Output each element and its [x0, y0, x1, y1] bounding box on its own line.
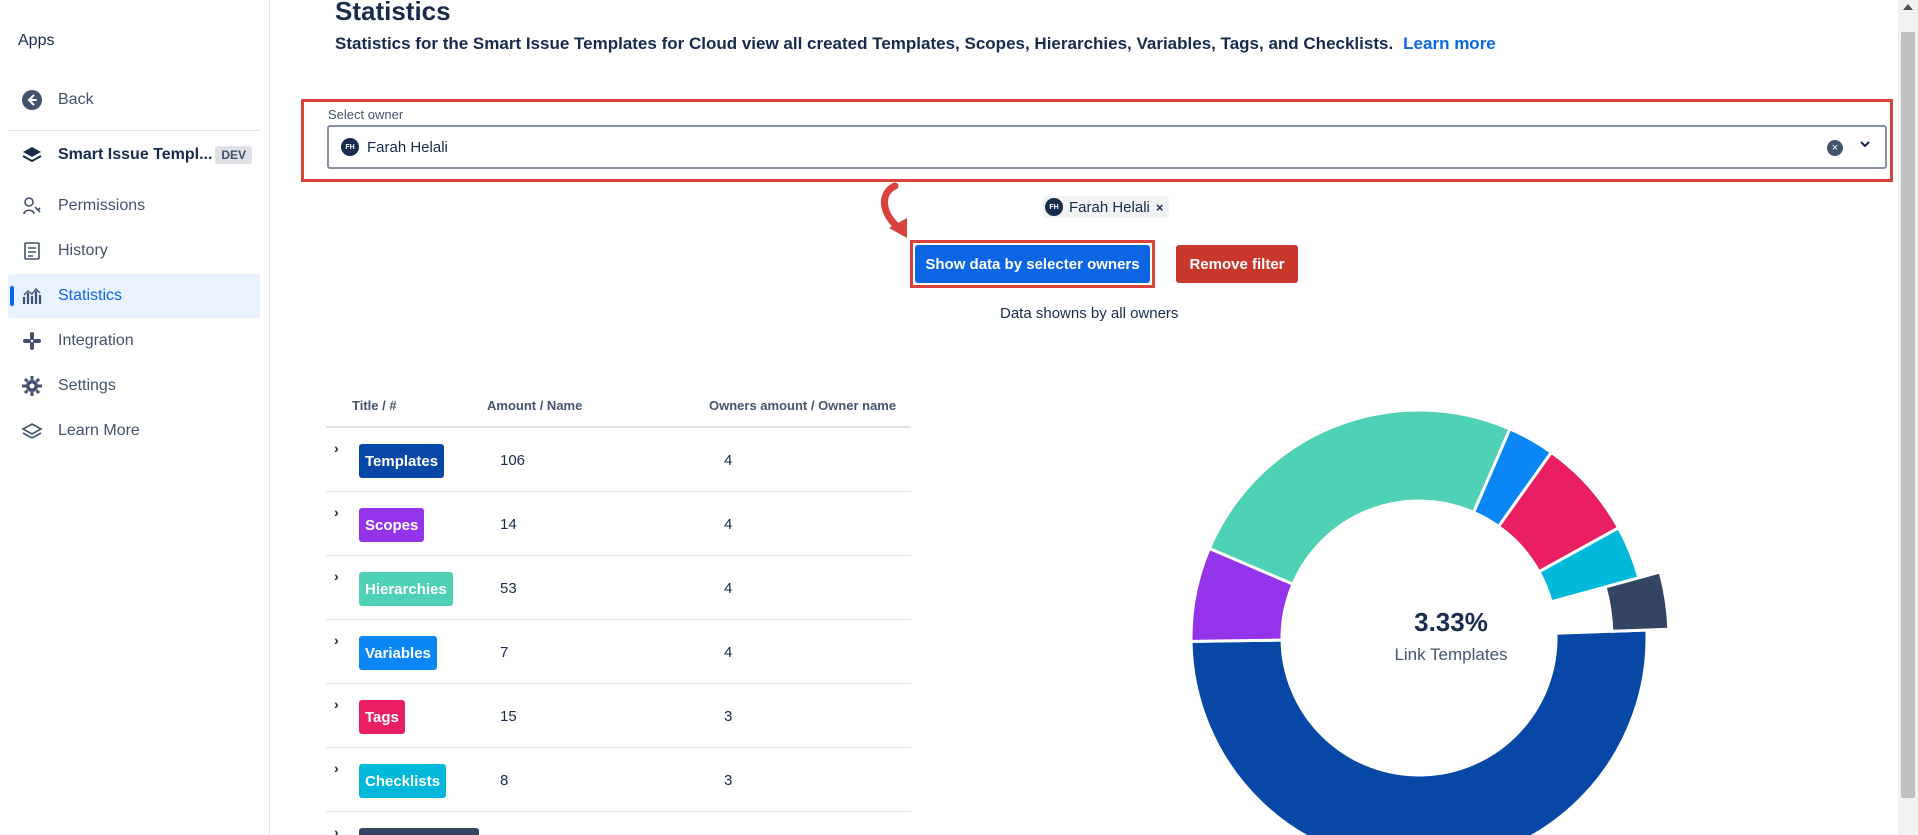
show-data-highlight: Show data by selecter owners [910, 240, 1155, 288]
table-row-partial[interactable]: › [326, 812, 911, 835]
curved-arrow-icon [881, 182, 907, 238]
owner-select-label: Select owner [328, 107, 404, 122]
sidebar-item-settings[interactable]: Settings [8, 364, 260, 408]
statistics-icon [20, 284, 44, 308]
table-row[interactable]: › Tags 15 3 [326, 684, 911, 748]
chart-center-label: Link Templates [1394, 645, 1508, 664]
expand-chevron-icon[interactable]: › [334, 504, 339, 520]
remove-filter-button[interactable]: Remove filter [1176, 245, 1298, 283]
row-title-tag: Variables [359, 636, 437, 670]
row-owners: 3 [724, 708, 733, 725]
sidebar-item-history[interactable]: History [8, 229, 260, 273]
owner-select-value: Farah Helali [367, 138, 448, 156]
sidebar-back[interactable]: Back [8, 78, 260, 122]
scroll-up-arrow-icon[interactable] [1903, 4, 1913, 10]
sidebar-item-statistics[interactable]: Statistics [8, 274, 260, 318]
sidebar-item-label: Settings [58, 377, 116, 394]
row-amount: 8 [500, 772, 509, 789]
history-icon [20, 239, 44, 263]
scroll-thumb[interactable] [1901, 32, 1915, 798]
page-title: Statistics [335, 0, 451, 26]
donut-chart: 3.33% Link Templates [1189, 385, 1711, 835]
table-row[interactable]: › Templates 106 4 [326, 428, 911, 492]
sidebar: Apps Back Smart Issue Templ... DEV Permi… [0, 0, 270, 835]
row-title-tag: Tags [359, 700, 405, 734]
table-row[interactable]: › Scopes 14 4 [326, 492, 911, 556]
row-title-tag: Scopes [359, 508, 425, 542]
sidebar-app-name: Smart Issue Templ... [58, 146, 213, 163]
row-title-tag: Hierarchies [359, 572, 453, 606]
row-owners: 4 [724, 452, 733, 469]
row-amount: 14 [500, 516, 517, 533]
dev-badge: DEV [215, 146, 252, 164]
sidebar-app-header[interactable]: Smart Issue Templ... DEV [20, 140, 260, 170]
owner-select[interactable]: FH Farah Helali × [327, 125, 1887, 169]
permissions-icon [20, 194, 44, 218]
owner-chip: FH Farah Helali × [1043, 196, 1170, 218]
sidebar-item-label: Permissions [58, 197, 146, 214]
sidebar-item-label: Statistics [58, 287, 123, 304]
owner-chip-label: Farah Helali [1069, 198, 1150, 216]
gear-icon [20, 374, 44, 398]
learn-more-link[interactable]: Learn more [1403, 34, 1496, 53]
avatar: FH [341, 138, 359, 156]
back-arrow-icon [20, 88, 44, 112]
sidebar-item-integration[interactable]: Integration [8, 319, 260, 363]
vertical-scrollbar[interactable] [1898, 0, 1918, 835]
sidebar-divider [8, 130, 260, 131]
row-owners: 4 [724, 580, 733, 597]
chevron-down-icon[interactable] [1859, 137, 1871, 153]
clear-icon[interactable]: × [1827, 140, 1843, 156]
avatar: FH [1045, 198, 1063, 216]
layers-icon [20, 419, 44, 443]
row-owners: 3 [724, 772, 733, 789]
table-row[interactable]: › Hierarchies 53 4 [326, 556, 911, 620]
chip-remove-icon[interactable]: × [1156, 200, 1164, 215]
row-title-tag: Templates [359, 444, 445, 478]
sidebar-item-label: Learn More [58, 422, 140, 439]
page-description-text: Statistics for the Smart Issue Templates… [335, 34, 1394, 53]
column-header-title: Title / # [352, 398, 397, 413]
owner-filter-highlight: Select owner FH Farah Helali × [301, 99, 1893, 182]
sidebar-item-permissions[interactable]: Permissions [8, 184, 260, 228]
row-amount: 106 [500, 452, 526, 469]
sidebar-item-learn-more[interactable]: Learn More [8, 409, 260, 453]
row-amount: 15 [500, 708, 517, 725]
show-data-button[interactable]: Show data by selecter owners [915, 245, 1150, 283]
expand-chevron-icon[interactable]: › [334, 696, 339, 712]
row-title-tag [359, 828, 479, 835]
expand-chevron-icon[interactable]: › [334, 440, 339, 456]
expand-chevron-icon[interactable]: › [334, 760, 339, 776]
expand-chevron-icon[interactable]: › [334, 824, 339, 835]
chart-center-value: 3.33% [1414, 607, 1488, 637]
app-logo-icon [20, 143, 44, 167]
integration-icon [20, 329, 44, 353]
sidebar-item-label: Integration [58, 332, 134, 349]
data-note: Data showns by all owners [1000, 305, 1179, 322]
donut-slice-hierarchies[interactable] [1207, 408, 1512, 587]
column-header-owners: Owners amount / Owner name [709, 398, 897, 413]
row-title-tag: Checklists [359, 764, 447, 798]
row-amount: 53 [500, 580, 517, 597]
sidebar-back-label: Back [58, 91, 94, 108]
row-owners: 4 [724, 644, 733, 661]
expand-chevron-icon[interactable]: › [334, 568, 339, 584]
expand-chevron-icon[interactable]: › [334, 632, 339, 648]
page-description: Statistics for the Smart Issue Templates… [335, 34, 1496, 54]
row-amount: 7 [500, 644, 509, 661]
column-header-amount: Amount / Name [487, 398, 583, 413]
sidebar-item-label: History [58, 242, 108, 259]
row-owners: 4 [724, 516, 733, 533]
table-row[interactable]: › Checklists 8 3 [326, 748, 911, 812]
table-row[interactable]: › Variables 7 4 [326, 620, 911, 684]
main-content: Statistics Statistics for the Smart Issu… [271, 0, 1893, 835]
sidebar-apps-label: Apps [18, 32, 55, 49]
